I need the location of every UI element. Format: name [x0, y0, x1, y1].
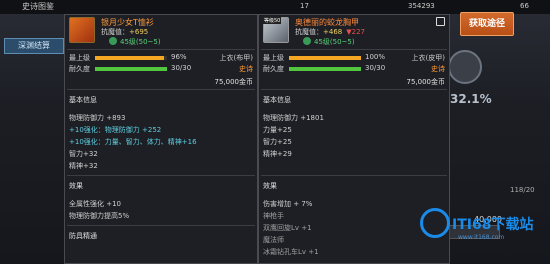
watermark-logo — [420, 208, 450, 238]
level-range: 45级(50~5) — [303, 37, 355, 47]
divider — [261, 49, 447, 50]
durability-row: 耐久度 30/30 史诗 — [263, 64, 445, 73]
stat-int: 智力+32 — [69, 150, 98, 158]
durability-bar — [95, 67, 167, 71]
level-icon — [303, 37, 311, 45]
divider — [67, 49, 255, 50]
price: 75,000金币 — [214, 78, 254, 86]
item-tooltip-left: 银月少女T恤衫 抗魔值：+695 45级(50~5) 最上级 96% 上衣(布甲… — [64, 14, 258, 264]
enhance-1: +10强化：物理防御力 +252 — [69, 126, 162, 134]
divider — [261, 89, 447, 90]
stat-int: 智力+25 — [263, 138, 292, 146]
effect-title: 效果 — [263, 182, 277, 190]
durability-row: 耐久度 30/30 史诗 — [69, 64, 253, 73]
basic-info-title: 基本信息 — [69, 96, 97, 104]
price: 75,000金币 — [406, 78, 446, 86]
effect-4: 魔法师 — [263, 236, 284, 244]
grade-bar — [289, 56, 361, 60]
basic-info-title: 基本信息 — [263, 96, 291, 104]
armor-mastery: 防具精通 — [69, 232, 97, 240]
tab-abyss[interactable]: 深渊结算 — [4, 38, 64, 54]
stat-str: 力量+25 — [263, 126, 292, 134]
collection-count: 118/20 — [510, 186, 535, 194]
level-tag: 等级50 — [263, 17, 282, 24]
enhance-2: +10强化：力量、智力、体力、精神+16 — [69, 138, 197, 146]
resistance: 抗魔值：+468 ▼227 — [295, 28, 365, 36]
currency-right: 66 — [520, 2, 529, 10]
back-title[interactable]: 史诗图鉴 — [22, 1, 54, 12]
durability-bar — [289, 67, 361, 71]
share-icon[interactable] — [436, 17, 445, 26]
collection-percent: 32.1% — [450, 92, 492, 106]
grade-bar — [95, 56, 167, 60]
divider — [67, 175, 255, 176]
effect-5: 冰霜钻孔车Lv +1 — [263, 248, 319, 256]
stat-spirit: 精神+32 — [69, 162, 98, 170]
level-range: 45级(50~5) — [109, 37, 161, 47]
resistance: 抗魔值：+695 — [101, 28, 149, 36]
phys-def: 物理防御力 +1801 — [263, 114, 324, 122]
shield-icon — [448, 50, 482, 84]
effect-1: 伤害增加 + 7% — [263, 200, 313, 208]
watermark-brand: ITI68下载站 — [452, 217, 534, 233]
get-source-button[interactable]: 获取途径 — [460, 12, 514, 36]
currency-left: 17 — [300, 2, 309, 10]
effect-2: 神枪手 — [263, 212, 284, 220]
top-grade-row: 最上级 100% 上衣(皮甲) — [263, 53, 445, 62]
stat-spirit: 精神+29 — [263, 150, 292, 158]
currency-mid: 354293 — [408, 2, 435, 10]
phys-def: 物理防御力 +893 — [69, 114, 126, 122]
top-grade-row: 最上级 96% 上衣(布甲) — [69, 53, 253, 62]
divider — [67, 225, 255, 226]
divider — [261, 175, 447, 176]
level-icon — [109, 37, 117, 45]
effect-1: 全属性强化 +10 — [69, 200, 121, 208]
watermark-url: www.it168.com — [458, 234, 505, 241]
effect-2: 物理防御力提高5% — [69, 212, 130, 220]
effect-title: 效果 — [69, 182, 83, 190]
shirt-icon — [69, 17, 95, 43]
effect-3: 双鹰回旋Lv +1 — [263, 224, 312, 232]
divider — [67, 89, 255, 90]
